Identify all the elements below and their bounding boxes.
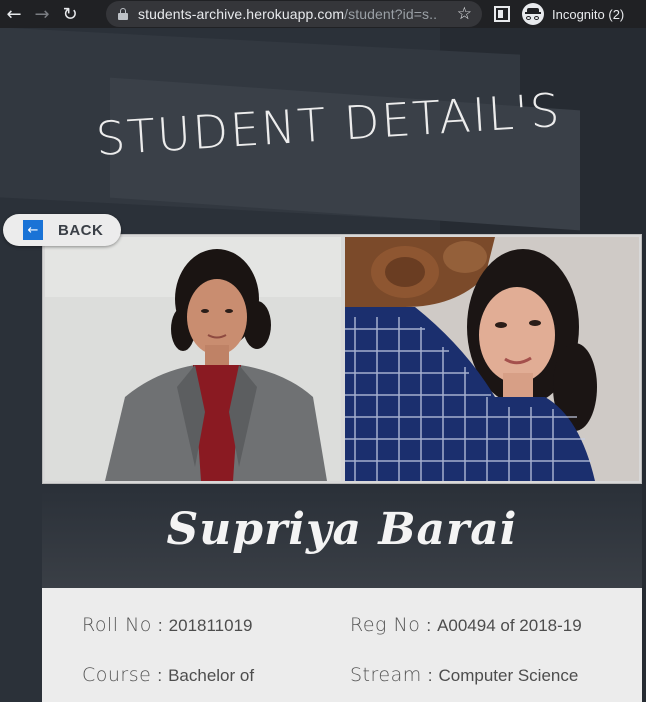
page-content: STUDENT DETAIL'S ← BACK Supriya Barai Ro… [0,28,646,702]
reg-label: Reg No [350,614,421,636]
url-path: /student?id=s... [344,6,438,22]
student-name: Supriya Barai [166,504,518,555]
star-icon[interactable]: ☆ [457,4,472,24]
course-separator: : [157,666,163,685]
roll-field: Roll No:201811019 [82,614,253,636]
tab-search-icon[interactable] [494,6,510,22]
name-banner: Supriya Barai [42,484,642,588]
course-label: Course [82,664,152,686]
course-value: Bachelor of [168,666,255,685]
stream-field: Stream: Computer Science [350,664,578,686]
arrow-right-icon[interactable]: → [28,0,56,28]
student-photos [42,234,642,484]
reg-value: A00494 of 2018-19 [437,616,582,635]
arrow-left-icon[interactable]: ← [0,0,28,28]
roll-label: Roll No [82,614,152,636]
back-label: BACK [58,221,104,239]
incognito-icon [522,3,544,25]
url-host: students-archive.herokuapp.com [138,6,345,22]
reg-separator: : [426,616,432,635]
back-button[interactable]: ← BACK [3,214,121,246]
roll-separator: : [157,616,163,635]
reload-icon[interactable]: ↻ [56,0,84,28]
reg-field: Reg No: A00494 of 2018-19 [350,614,582,636]
arrow-left-icon: ← [23,220,43,240]
course-field: Course: Bachelor of [82,664,254,686]
roll-value: 201811019 [168,616,253,635]
url-text[interactable]: students-archive.herokuapp.com/student?i… [138,6,438,22]
incognito-indicator[interactable]: Incognito (2) [522,2,624,26]
student-photo-formal [45,237,341,481]
stream-value: Computer Science [438,666,579,685]
details-panel: Roll No:201811019 Reg No: A00494 of 2018-… [42,588,642,702]
student-photo-casual [345,237,639,481]
browser-toolbar: ← → ↻ students-archive.herokuapp.com/stu… [0,0,646,28]
lock-icon[interactable] [118,8,128,20]
incognito-label: Incognito (2) [552,6,625,22]
address-bar[interactable]: students-archive.herokuapp.com/student?i… [106,1,482,27]
stream-label: Stream [350,664,422,686]
stream-separator: : [427,666,433,685]
